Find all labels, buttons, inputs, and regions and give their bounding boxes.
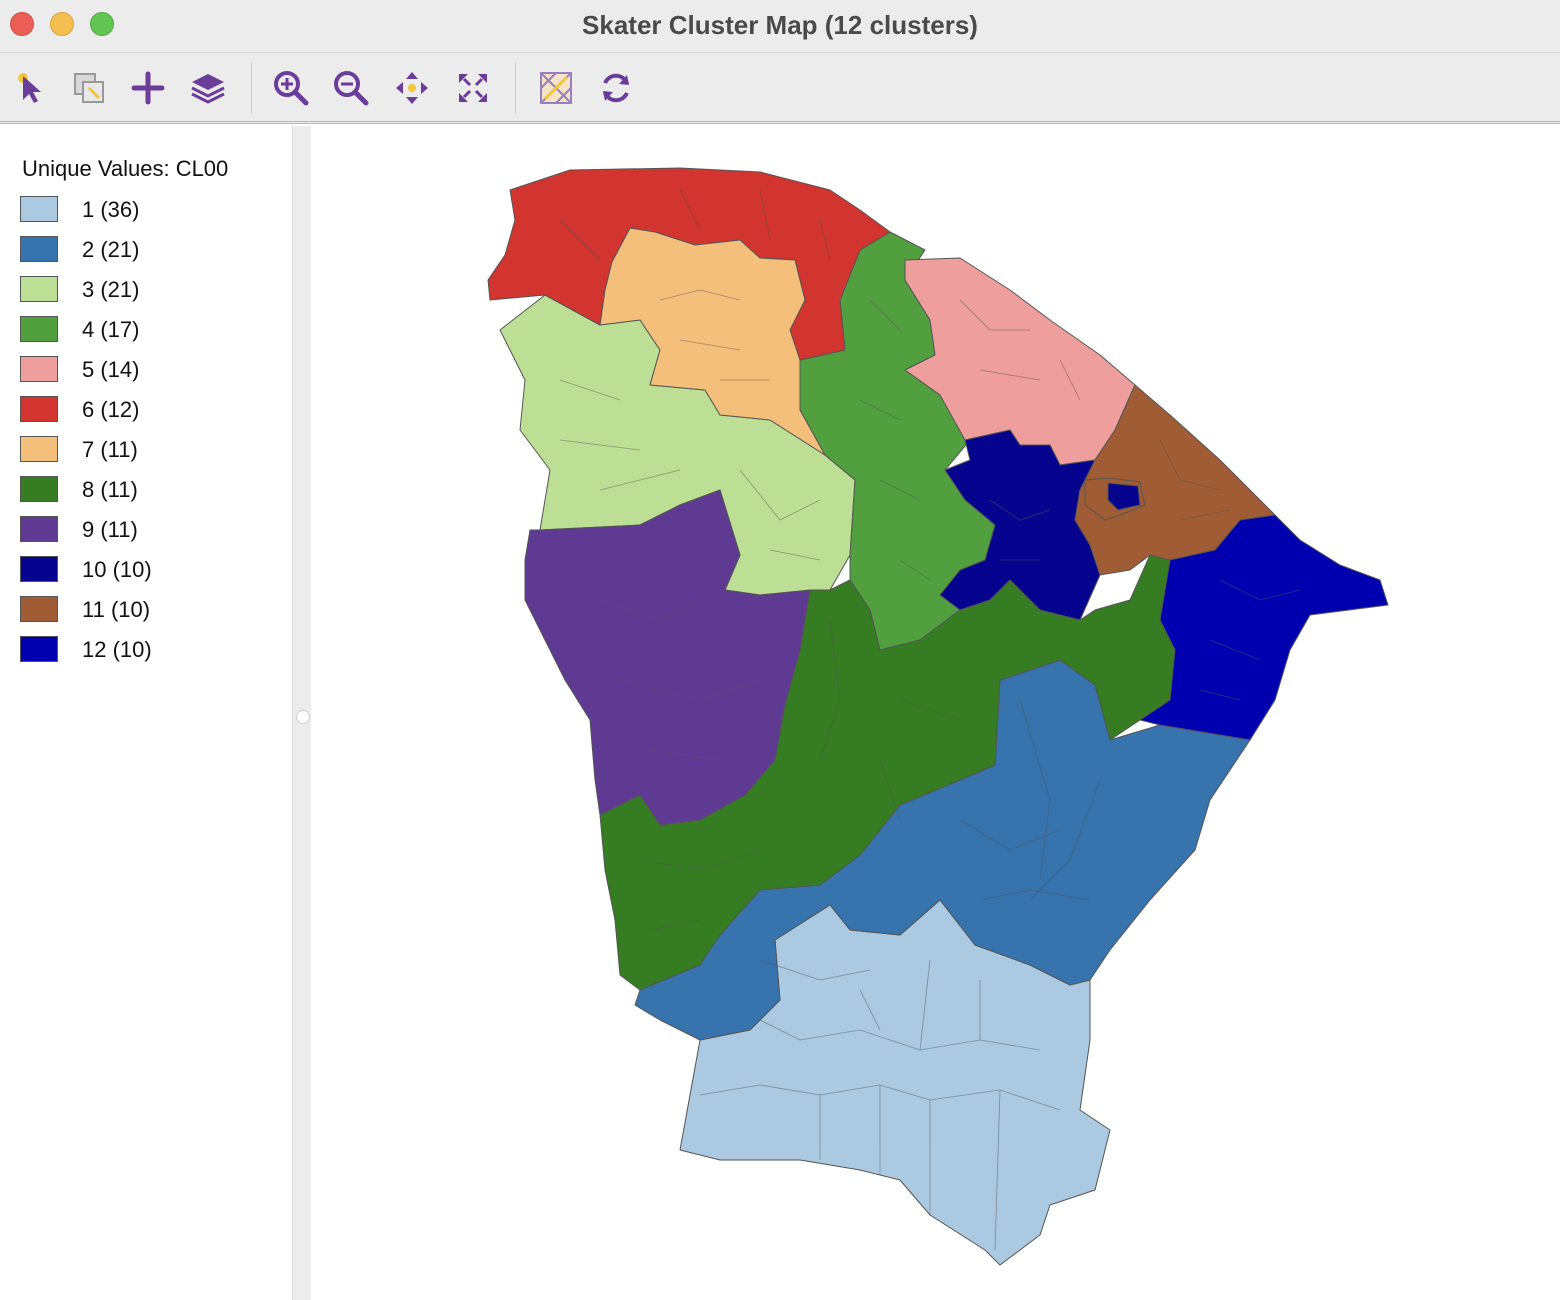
legend-swatch[interactable] (20, 196, 58, 222)
title-bar: Skater Cluster Map (12 clusters) (0, 0, 1560, 53)
legend-label: 11 (10) (82, 597, 151, 622)
window-title: Skater Cluster Map (12 clusters) (582, 10, 978, 40)
legend-item[interactable]: 12 (10) (20, 634, 280, 666)
legend-swatch[interactable] (20, 476, 58, 502)
legend-label: 5 (14) (82, 357, 140, 382)
legend-swatch[interactable] (20, 356, 58, 382)
select-tool-icon[interactable] (10, 67, 52, 109)
refresh-icon[interactable] (595, 67, 637, 109)
legend-item[interactable]: 1 (36) (20, 194, 280, 226)
legend-label: 7 (11) (82, 437, 138, 462)
legend-label: 2 (21) (82, 237, 140, 262)
panel-splitter[interactable] (293, 126, 311, 1300)
legend-item[interactable]: 6 (12) (20, 394, 280, 426)
legend-item[interactable]: 4 (17) (20, 314, 280, 346)
legend-label: 9 (11) (82, 517, 138, 542)
legend-item[interactable]: 9 (11) (20, 514, 280, 546)
legend-swatch[interactable] (20, 556, 58, 582)
legend-label: 10 (10) (82, 557, 152, 582)
zoom-in-icon[interactable] (270, 67, 312, 109)
layers-icon[interactable] (187, 67, 229, 109)
legend-swatch[interactable] (20, 636, 58, 662)
legend-label: 12 (10) (82, 637, 152, 662)
pan-icon[interactable] (391, 67, 433, 109)
toolbar (0, 53, 1560, 124)
legend-label: 3 (21) (82, 277, 140, 302)
toolbar-separator (251, 63, 252, 113)
legend-label: 4 (17) (82, 317, 140, 342)
cluster-map[interactable] (312, 126, 1560, 1300)
legend-swatch[interactable] (20, 596, 58, 622)
legend-swatch[interactable] (20, 276, 58, 302)
legend-item[interactable]: 5 (14) (20, 354, 280, 386)
legend-swatch[interactable] (20, 236, 58, 262)
map-canvas[interactable] (312, 126, 1560, 1300)
legend-swatch[interactable] (20, 516, 58, 542)
legend-label: 1 (36) (82, 197, 140, 222)
basemap-icon[interactable] (535, 67, 577, 109)
legend-item[interactable]: 2 (21) (20, 234, 280, 266)
legend-item[interactable]: 3 (21) (20, 274, 280, 306)
selection-shape-icon[interactable] (68, 67, 110, 109)
legend-label: 8 (11) (82, 477, 138, 502)
legend-item[interactable]: 7 (11) (20, 434, 280, 466)
toolbar-separator (515, 63, 516, 113)
legend-swatch[interactable] (20, 396, 58, 422)
legend-label: 6 (12) (82, 397, 140, 422)
legend-swatch[interactable] (20, 436, 58, 462)
zoom-out-icon[interactable] (330, 67, 372, 109)
legend-item[interactable]: 10 (10) (20, 554, 280, 586)
legend-item[interactable]: 8 (11) (20, 474, 280, 506)
legend-title: Unique Values: CL00 (22, 156, 229, 181)
full-extent-icon[interactable] (452, 67, 494, 109)
legend-swatch[interactable] (20, 316, 58, 342)
legend-item[interactable]: 11 (10) (20, 594, 280, 626)
add-icon[interactable] (127, 67, 169, 109)
splitter-handle[interactable] (296, 710, 310, 724)
